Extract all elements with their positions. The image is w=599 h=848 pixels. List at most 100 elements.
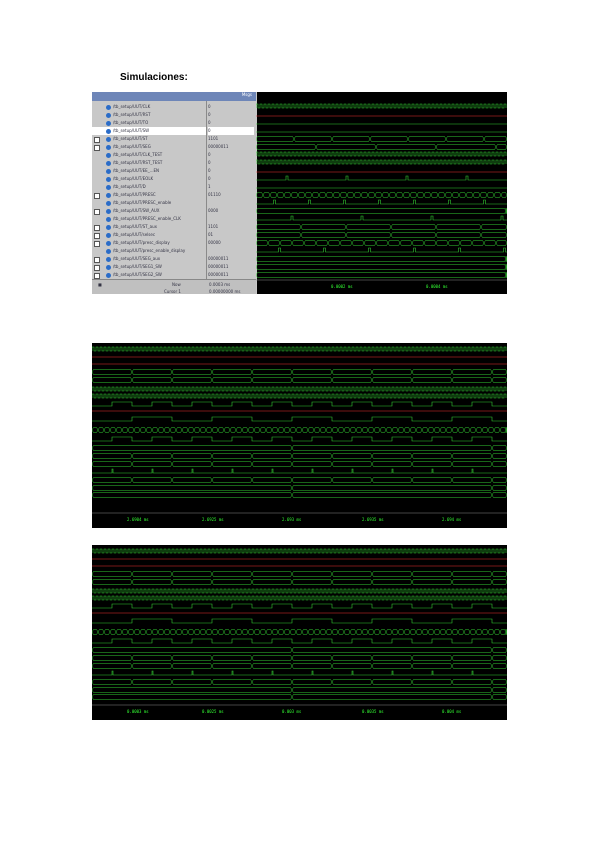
signal-icon [106,216,111,222]
signal-row[interactable]: /tb_setup/UUT/presc_display [92,239,206,247]
signal-row[interactable]: /tb_setup/UUT/SW [92,127,206,135]
signal-row[interactable]: /tb_setup/UUT/SEG2_SW [92,271,206,279]
bus-wave [491,679,507,685]
bus-wave [291,694,493,700]
bus-wave [205,427,213,433]
signal-row[interactable]: /tb_setup/UUT/ST [92,135,206,143]
signal-icon [106,120,111,126]
waveform-area-1[interactable]: 0.0002 ms 0.0004 ms [256,92,507,294]
signal-row[interactable]: /tb_setup/UUT/CLK [92,103,206,111]
bus-wave [331,571,373,577]
bus-wave [371,655,413,661]
bus-wave [313,629,321,635]
signal-wave [92,638,507,644]
bus-wave [187,427,195,433]
signal-row[interactable]: /tb_setup/UUT/SEG1_SW [92,263,206,271]
signal-row[interactable]: /tb_setup/UUT/RST_TEST [92,159,206,167]
bus-wave [92,477,133,483]
bus-wave [451,453,493,459]
bus-wave [217,427,225,433]
signal-name: /tb_setup/UUT/presc_display [113,240,170,245]
bus-wave [343,629,351,635]
wave-window-3: 0.0003 ms 0.0025 ms 0.003 ms 0.0035 ms 0… [92,545,507,720]
bus-wave [271,629,279,635]
bus-wave [375,144,437,150]
signal-row[interactable]: /tb_setup/UUT/D [92,183,206,191]
bus-wave [291,477,333,483]
bus-wave [319,629,327,635]
signal-row[interactable]: /tb_setup/UUT/CLK_TEST [92,151,206,159]
bus-wave [345,224,392,230]
signal-name: /tb_setup/UUT/PRESC [113,192,156,197]
bus-wave [300,232,347,238]
wave-header: Msgs [92,92,256,101]
signal-row[interactable]: /tb_setup/UUT/ST_aux [92,223,206,231]
signal-row[interactable]: /tb_setup/UUT/PRESC [92,191,206,199]
signal-icon [106,224,111,230]
bus-wave [241,427,249,433]
bus-wave [411,369,453,375]
bus-wave [409,629,417,635]
clock-wave [256,159,507,165]
signal-row[interactable]: /tb_setup/UUT/SEG_aux [92,255,206,263]
bus-wave [451,192,460,198]
signal-value: 0 [208,127,254,135]
waveform-area-2[interactable]: 2.6904 ms 2.6925 ms 2.693 ms 2.6935 ms 2… [92,343,507,528]
bus-wave [361,427,369,433]
bus-wave [127,629,135,635]
bus-wave [291,571,333,577]
bus-wave [265,629,273,635]
bus-wave [403,629,411,635]
signal-wave [92,618,507,624]
bus-wave [375,240,389,246]
bus-wave [451,427,459,433]
bus-wave [391,427,399,433]
bus-wave [171,477,213,483]
bus-wave [402,192,411,198]
bus-wave [433,629,441,635]
bus-wave [92,445,293,451]
signal-icon [106,208,111,214]
bus-wave [505,272,507,278]
bus-wave [133,427,141,433]
signal-row[interactable]: /tb_setup/UUT/SW_AUX [92,207,206,215]
signal-row[interactable]: /tb_setup/UUT/PRESC_enable_CLK [92,215,206,223]
bus-wave [500,192,507,198]
bus-wave [367,427,375,433]
bus-wave [435,232,482,238]
bus-wave [265,427,273,433]
bus-wave [315,240,329,246]
signal-row[interactable]: /tb_setup/UUT/SEG [92,143,206,151]
bus-wave [481,427,489,433]
bus-wave [103,629,111,635]
bus-wave [371,377,413,383]
signal-icon [106,240,111,246]
signal-row[interactable]: /tb_setup/UUT/EE_...EN [92,167,206,175]
signal-row[interactable]: /tb_setup/UUT/selsec [92,231,206,239]
signal-wave [256,199,507,205]
bus-wave [109,427,117,433]
signal-row[interactable]: /tb_setup/UUT/EOLK [92,175,206,183]
bus-wave [211,369,253,375]
bus-wave [92,679,133,685]
bus-wave [211,679,253,685]
bus-wave [251,453,293,459]
bus-wave [491,485,507,491]
bus-wave [385,629,393,635]
signal-row[interactable]: /tb_setup/UUT/presc_enable_display [92,247,206,255]
bus-wave [411,655,453,661]
signal-row[interactable]: /tb_setup/UUT/RST [92,111,206,119]
bus-wave [139,427,147,433]
bus-wave [211,427,219,433]
bus-wave [319,427,327,433]
signal-name: /tb_setup/UUT/presc_enable_display [113,248,186,253]
cursor-value: 0.00000000 ms [209,289,241,294]
bus-wave [481,629,489,635]
waveform-area-3[interactable]: 0.0003 ms 0.0025 ms 0.003 ms 0.0035 ms 0… [92,545,507,720]
signal-icon [106,152,111,158]
bus-wave [387,240,401,246]
signal-row[interactable]: /tb_setup/UUT/TO [92,119,206,127]
bus-wave [229,629,237,635]
bus-wave [483,240,497,246]
signal-row[interactable]: /tb_setup/UUT/PRESC_enable [92,199,206,207]
